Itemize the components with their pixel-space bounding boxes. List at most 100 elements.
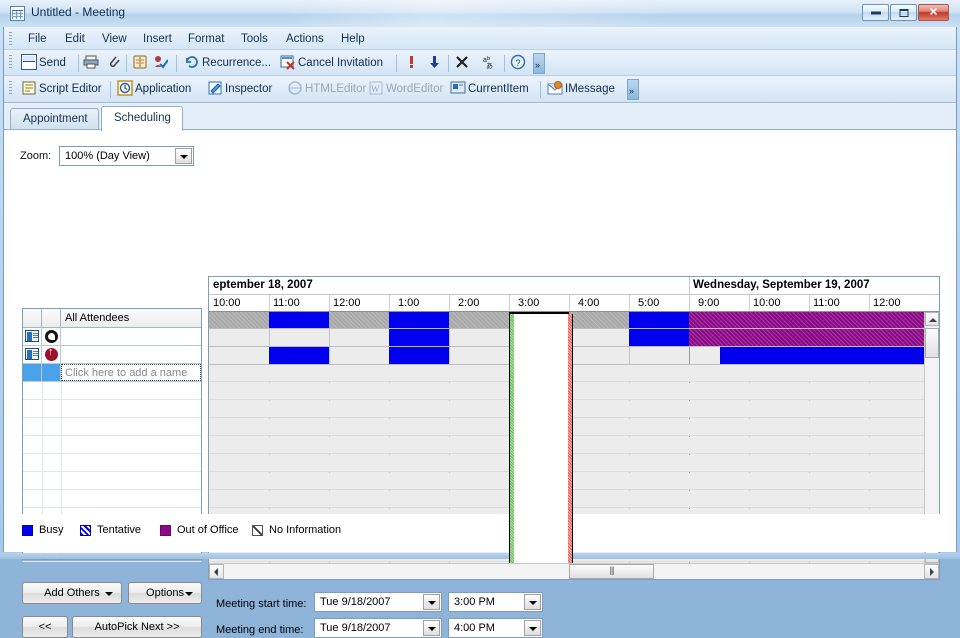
script-editor-button[interactable]: Script Editor — [39, 80, 102, 99]
meeting-end-date-combobox[interactable]: Tue 9/18/2007 — [314, 618, 442, 638]
table-row[interactable] — [23, 328, 201, 346]
menu-actions[interactable]: Actions — [280, 31, 330, 48]
send-button[interactable]: Send — [39, 54, 66, 73]
script-toolbar-overflow-button[interactable] — [627, 79, 639, 100]
selection-end-handle[interactable] — [568, 314, 573, 563]
list-item[interactable] — [23, 454, 201, 472]
menu-file[interactable]: File — [22, 31, 53, 48]
address-book-icon[interactable] — [132, 54, 148, 70]
imessage-icon[interactable] — [547, 80, 563, 96]
word-editor-icon[interactable]: W — [368, 80, 384, 96]
low-importance-icon[interactable] — [426, 54, 442, 70]
script-toolbar-grip[interactable] — [9, 81, 12, 95]
chevron-down-icon[interactable] — [524, 620, 541, 636]
close-button[interactable]: ✕ — [918, 4, 949, 21]
hour-label: 10:00 — [213, 297, 241, 309]
imessage-button[interactable]: IMessage — [565, 80, 615, 99]
check-names-icon[interactable] — [152, 54, 168, 70]
hour-label: 2:00 — [458, 297, 479, 309]
list-item[interactable] — [23, 490, 201, 508]
help-question-icon[interactable]: ? — [510, 54, 526, 70]
menu-format[interactable]: Format — [182, 31, 230, 48]
list-item[interactable] — [23, 472, 201, 490]
freebusy-horizontal-scrollbar[interactable] — [209, 563, 939, 579]
cancel-invitation-button[interactable]: Cancel Invitation — [298, 54, 383, 73]
delete-x-icon[interactable] — [454, 54, 470, 70]
meeting-start-time-combobox[interactable]: 3:00 PM — [448, 592, 543, 612]
legend-no-information-label: No Information — [269, 524, 341, 536]
attach-paperclip-icon[interactable] — [106, 54, 122, 70]
list-item[interactable] — [23, 400, 201, 418]
attendees-col-itemtype-header — [23, 309, 42, 327]
add-attendee-row[interactable]: Click here to add a name — [23, 364, 201, 382]
scroll-right-icon[interactable] — [924, 564, 939, 579]
scroll-left-icon[interactable] — [209, 564, 224, 579]
envelope-icon-cell — [23, 346, 42, 363]
add-others-button[interactable]: Add Others — [22, 582, 122, 604]
cancel-invitation-icon[interactable] — [280, 54, 296, 70]
chevron-down-icon — [185, 592, 193, 596]
application-clock-icon[interactable] — [117, 80, 133, 96]
menu-edit[interactable]: Edit — [59, 31, 91, 48]
selection-start-handle[interactable] — [509, 314, 514, 563]
meeting-organizer-icon — [45, 330, 58, 343]
minimize-button[interactable] — [862, 4, 889, 21]
html-editor-button[interactable]: HTMLEditor — [305, 80, 366, 99]
current-item-button[interactable]: CurrentItem — [468, 80, 529, 99]
list-item[interactable] — [23, 418, 201, 436]
meeting-end-time-value: 4:00 PM — [454, 622, 495, 634]
svg-text:b: b — [487, 56, 490, 62]
send-envelope-icon[interactable] — [21, 54, 37, 70]
recurrence-button[interactable]: Recurrence... — [202, 54, 271, 73]
tab-scheduling[interactable]: Scheduling — [101, 106, 183, 131]
vertical-scroll-thumb[interactable] — [925, 328, 939, 358]
main-toolbar: Send Recurrence... Cancel Invitation — [4, 51, 956, 76]
busy-block — [269, 347, 329, 364]
add-attendee-input[interactable]: Click here to add a name — [61, 364, 201, 381]
toolbar-overflow-button[interactable] — [533, 53, 545, 74]
list-item[interactable] — [23, 436, 201, 454]
application-button[interactable]: Application — [135, 80, 191, 99]
menubar-grip[interactable] — [9, 32, 12, 46]
hour-label: 5:00 — [638, 297, 659, 309]
inspector-pencil-icon[interactable] — [207, 80, 223, 96]
attendee-name-1[interactable] — [61, 328, 201, 345]
menu-help[interactable]: Help — [335, 31, 371, 48]
title-bar: Untitled - Meeting ✕ — [0, 0, 960, 27]
chevron-down-icon[interactable] — [423, 620, 440, 636]
autopick-next-button[interactable]: AutoPick Next >> — [72, 616, 202, 638]
meeting-start-date-value: Tue 9/18/2007 — [320, 596, 391, 608]
inspector-button[interactable]: Inspector — [225, 80, 272, 99]
attendee-name-2[interactable] — [61, 346, 201, 363]
list-item[interactable] — [23, 382, 201, 400]
meeting-start-date-combobox[interactable]: Tue 9/18/2007 — [314, 592, 442, 612]
table-row[interactable] — [23, 346, 201, 364]
toolbar-grip[interactable] — [9, 55, 12, 69]
html-editor-icon[interactable] — [287, 80, 303, 96]
hour-label: 10:00 — [753, 297, 781, 309]
current-item-icon[interactable] — [450, 80, 466, 96]
menu-view[interactable]: View — [96, 31, 133, 48]
meeting-time-selection[interactable] — [509, 312, 569, 563]
recurrence-icon[interactable] — [184, 54, 200, 70]
options-button[interactable]: Options — [128, 582, 202, 604]
meeting-end-time-combobox[interactable]: 4:00 PM — [448, 618, 543, 638]
scroll-up-icon[interactable] — [925, 312, 939, 326]
print-icon[interactable] — [83, 54, 99, 70]
tab-appointment[interactable]: Appointment — [10, 108, 99, 130]
spelling-icon[interactable]: abあ — [482, 54, 498, 70]
script-editor-icon[interactable] — [21, 80, 37, 96]
horizontal-scroll-thumb[interactable] — [569, 564, 654, 579]
word-editor-button[interactable]: WordEditor — [386, 80, 443, 99]
high-importance-icon[interactable] — [403, 54, 419, 70]
menu-insert[interactable]: Insert — [137, 31, 178, 48]
menu-tools[interactable]: Tools — [235, 31, 274, 48]
autopick-prev-button[interactable]: << — [22, 616, 68, 638]
zoom-combobox[interactable]: 100% (Day View) — [59, 146, 194, 166]
tab-strip: Appointment Scheduling — [4, 104, 956, 130]
maximize-button[interactable] — [890, 4, 917, 21]
chevron-down-icon[interactable] — [175, 148, 192, 164]
chevron-down-icon[interactable] — [423, 594, 440, 610]
legend-tentative-label: Tentative — [97, 524, 141, 536]
chevron-down-icon[interactable] — [524, 594, 541, 610]
